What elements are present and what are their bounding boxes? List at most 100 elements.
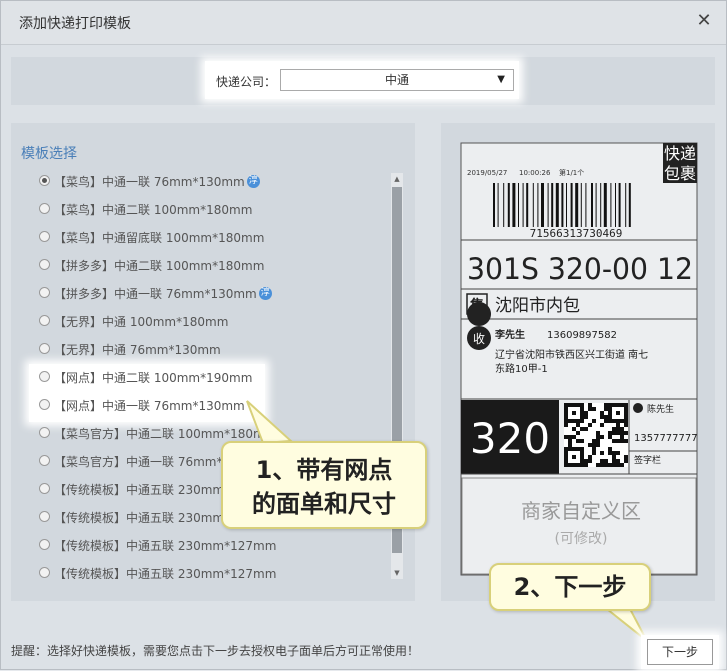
barcode-bar <box>580 183 582 227</box>
qr-module <box>600 415 604 419</box>
barcode-bar <box>615 183 616 227</box>
qr-module <box>620 439 624 443</box>
print-date: 2019/05/27 <box>467 169 507 177</box>
barcode-bar <box>561 183 564 227</box>
print-page: 第1/1个 <box>559 168 584 177</box>
barcode-bar <box>570 183 573 227</box>
qr-module <box>612 459 616 463</box>
qr-module <box>572 427 576 431</box>
qr-module <box>624 431 628 435</box>
big-code: 320 <box>470 414 550 463</box>
sender-badge-icon <box>633 403 643 413</box>
callout-pointer <box>246 400 294 445</box>
barcode-bar <box>555 183 559 227</box>
qr-module <box>604 407 608 411</box>
qr-module <box>616 427 620 431</box>
qr-module <box>600 435 604 439</box>
route-code: 301S 320-00 12 <box>467 252 693 286</box>
callout-line: 2、下一步 <box>513 573 627 601</box>
barcode-bar <box>595 183 597 227</box>
corner-badge-line1: 快递 <box>664 144 696 163</box>
callout-line: 1、带有网点 <box>255 456 393 484</box>
sender-name: 陈先生 <box>647 403 674 415</box>
qr-module <box>592 419 596 423</box>
qr-module <box>584 415 588 419</box>
barcode-bar <box>541 183 544 227</box>
tracking-number: 71566313730469 <box>530 227 623 240</box>
qr-module <box>604 463 608 467</box>
barcode-bar <box>526 183 529 227</box>
receiver-phone: 13609897582 <box>547 330 617 341</box>
qr-module <box>612 463 616 467</box>
barcode-bar <box>512 183 516 227</box>
qr-module <box>612 451 616 455</box>
custom-area-box <box>461 477 697 575</box>
qr-module <box>604 419 608 423</box>
qr-module <box>576 439 580 443</box>
barcode-bar <box>618 183 621 227</box>
qr-module <box>584 427 588 431</box>
barcode-bar <box>566 183 567 227</box>
barcode-bar <box>575 183 579 227</box>
qr-module <box>604 403 608 407</box>
barcode-bar <box>591 183 593 227</box>
barcode-bar <box>518 183 519 227</box>
print-time: 10:00:26 <box>519 169 551 177</box>
barcode-bar <box>503 183 505 227</box>
qr-module <box>600 423 604 427</box>
barcode-bar <box>497 183 499 227</box>
custom-area-title: 商家自定义区 <box>521 499 641 523</box>
qr-module <box>592 439 596 443</box>
barcode-bar <box>600 183 602 227</box>
dialog-window: 添加快递打印模板 ✕ 快递公司： 中通 ▼ 模板选择 【菜鸟】中通一联 76mm… <box>0 0 727 670</box>
sender-phone: 1357777777 <box>634 433 698 444</box>
barcode-bar <box>603 183 607 227</box>
qr-module <box>620 435 624 439</box>
barcode-bar <box>585 183 587 227</box>
qr-module <box>588 443 592 447</box>
qr-module <box>616 411 620 415</box>
qr-module <box>600 459 604 463</box>
qr-module <box>584 463 588 467</box>
qr-module <box>600 451 604 455</box>
qr-module <box>580 439 584 443</box>
custom-area-note: (可修改) <box>555 531 608 547</box>
qr-module <box>612 427 616 431</box>
barcode-bar <box>547 183 549 227</box>
collect-city: 沈阳市内包 <box>495 296 580 316</box>
qr-module <box>612 439 616 443</box>
qr-module <box>576 423 580 427</box>
barcode-bar <box>610 183 612 227</box>
qr-module <box>568 443 572 447</box>
qr-module <box>612 455 616 459</box>
qr-module <box>588 455 592 459</box>
qr-module <box>616 423 620 427</box>
barcode-bar <box>493 183 495 227</box>
callout-outlet-templates: 1、带有网点 的面单和尺寸 <box>221 441 427 529</box>
barcode-bar <box>507 183 510 227</box>
qr-module <box>616 463 620 467</box>
receiver-address-line2: 东路10甲-1 <box>495 362 548 375</box>
qr-module <box>624 459 628 463</box>
barcode-bar <box>522 183 524 227</box>
qr-module <box>608 435 612 439</box>
barcode-bar <box>628 183 631 227</box>
qr-module <box>572 435 576 439</box>
qr-module <box>616 439 620 443</box>
qr-module <box>616 459 620 463</box>
qr-module <box>572 455 576 459</box>
qr-module <box>608 451 612 455</box>
qr-module <box>564 423 568 427</box>
qr-module <box>592 407 596 411</box>
barcode-bar <box>537 183 539 227</box>
qr-module <box>608 463 612 467</box>
qr-module <box>616 451 620 455</box>
qr-module <box>564 435 568 439</box>
qr-module <box>624 455 628 459</box>
qr-module <box>596 439 600 443</box>
qr-module <box>592 443 596 447</box>
next-button[interactable]: 下一步 <box>647 639 713 665</box>
qr-code <box>564 403 628 467</box>
qr-module <box>568 435 572 439</box>
barcode-bar <box>551 183 554 227</box>
